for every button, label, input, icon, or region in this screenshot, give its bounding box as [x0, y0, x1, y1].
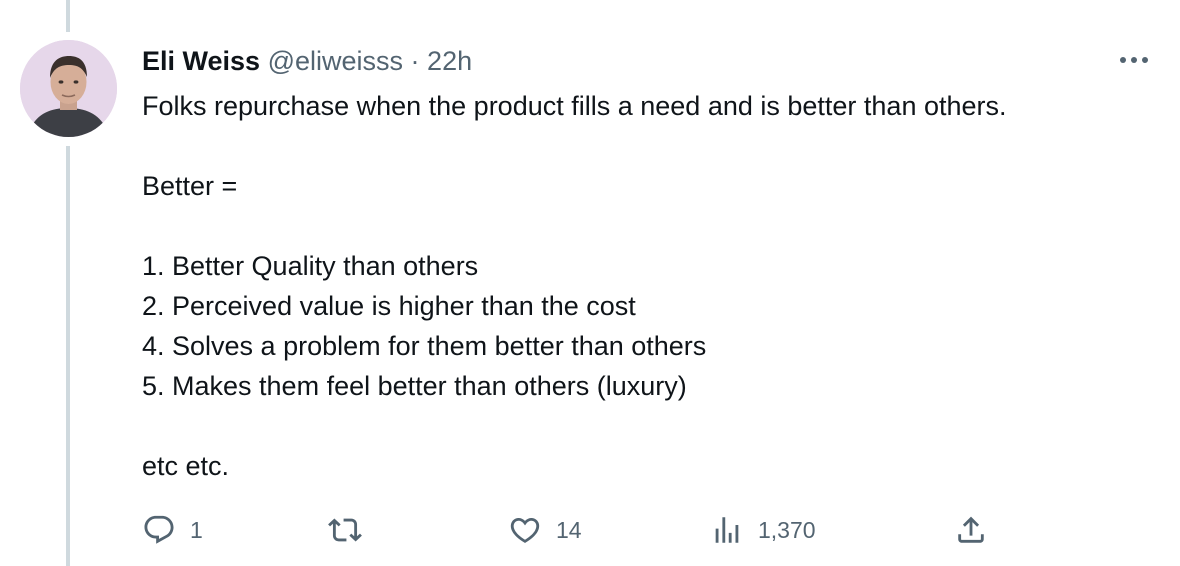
- share-button[interactable]: [954, 508, 988, 552]
- tweet-header: Eli Weiss @eliweisss · 22h: [142, 44, 472, 78]
- thread-line-top: [66, 0, 70, 32]
- tweet-line: [142, 126, 1007, 166]
- reply-count: 1: [190, 516, 203, 543]
- author-handle[interactable]: @eliweisss: [268, 46, 403, 76]
- thread-line: [66, 146, 70, 566]
- tweet-text: Folks repurchase when the product fills …: [142, 86, 1007, 486]
- reply-button[interactable]: 1: [142, 508, 203, 552]
- like-count: 14: [556, 516, 582, 543]
- more-icon: [1120, 57, 1148, 63]
- action-bar: 1 14 1,370: [142, 508, 1002, 552]
- tweet-line: 1. Better Quality than others: [142, 251, 479, 281]
- tweet-line: Folks repurchase when the product fills …: [142, 91, 1007, 121]
- like-button[interactable]: 14: [508, 508, 582, 552]
- views-count: 1,370: [758, 516, 816, 543]
- tweet-line: [142, 206, 1007, 246]
- tweet-timestamp[interactable]: 22h: [427, 46, 472, 76]
- retweet-button[interactable]: [328, 508, 376, 552]
- share-icon: [958, 516, 984, 543]
- tweet-line: 2. Perceived value is higher than the co…: [142, 291, 636, 321]
- heart-icon: [510, 517, 540, 543]
- reply-icon: [144, 515, 174, 544]
- tweet-line: [142, 406, 1007, 446]
- views-icon: [715, 517, 739, 543]
- views-button[interactable]: 1,370: [710, 508, 816, 552]
- tweet-line: 5. Makes them feel better than others (l…: [142, 371, 687, 401]
- tweet-line: 4. Solves a problem for them better than…: [142, 331, 707, 361]
- more-options-button[interactable]: [1116, 50, 1152, 70]
- tweet-line: etc etc.: [142, 451, 230, 481]
- avatar[interactable]: [20, 40, 117, 137]
- header-separator: ·: [410, 46, 420, 76]
- author-name[interactable]: Eli Weiss: [142, 46, 260, 76]
- retweet-icon: [328, 518, 362, 542]
- tweet-line: Better =: [142, 171, 238, 201]
